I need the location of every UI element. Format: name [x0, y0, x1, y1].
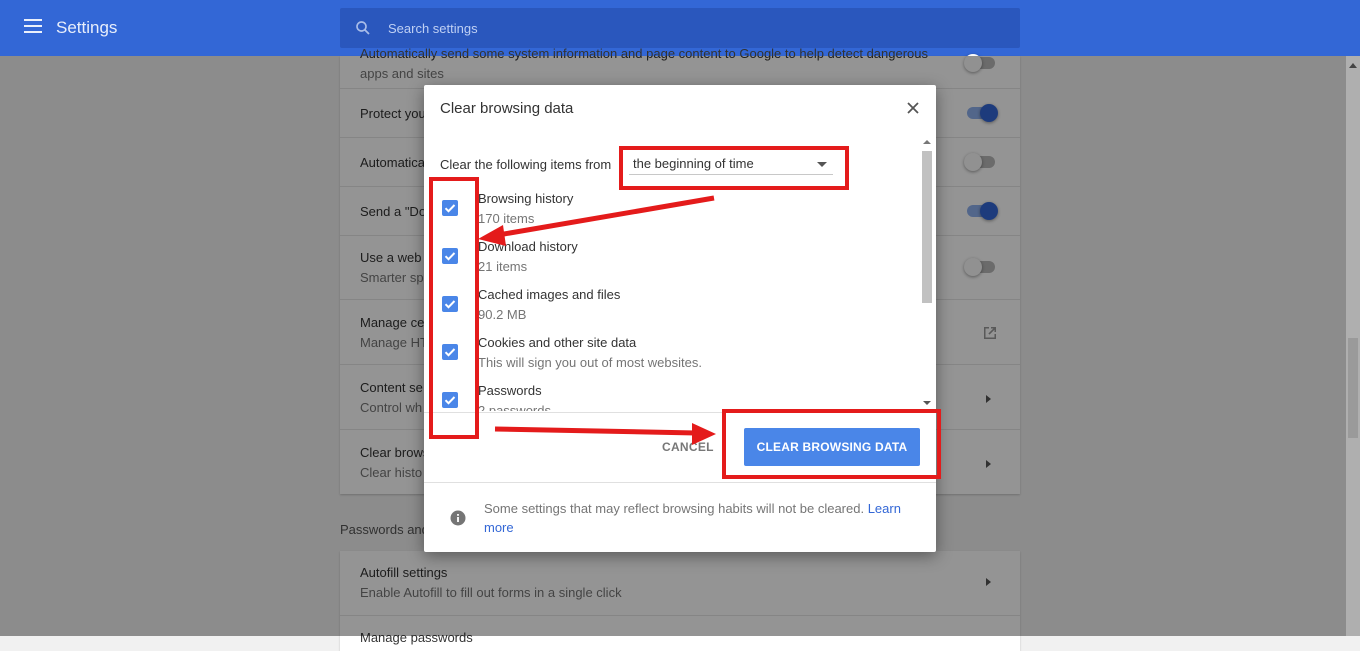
- annotation-arrows: [478, 195, 716, 445]
- annotation-arrow-to-checkboxes: [478, 195, 715, 246]
- annotation-arrow-to-clear-button: [494, 423, 716, 445]
